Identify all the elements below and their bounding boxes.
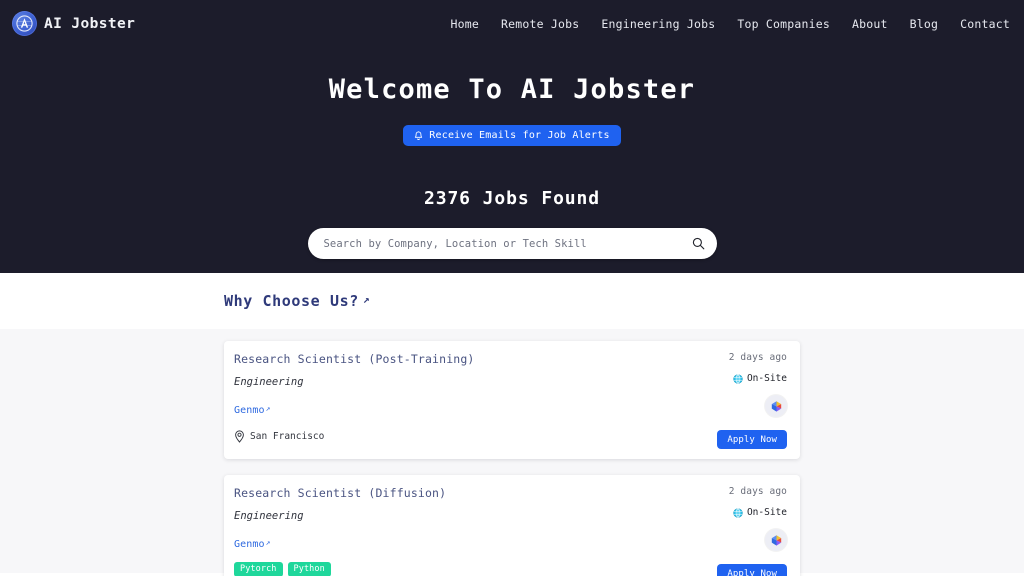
alert-button-label: Receive Emails for Job Alerts [429, 130, 610, 141]
job-card-left: Research Scientist (Diffusion) Engineeri… [234, 486, 667, 576]
job-card[interactable]: Research Scientist (Diffusion) Engineeri… [224, 475, 800, 576]
nav-links: Home Remote Jobs Engineering Jobs Top Co… [451, 17, 1010, 31]
main-content: Why Choose Us? ↗ Research Scientist (Pos… [0, 273, 1024, 576]
job-posted-time: 2 days ago [728, 486, 787, 497]
search-input[interactable] [323, 237, 692, 250]
search-icon[interactable] [692, 237, 705, 250]
company-logo-icon [765, 395, 787, 417]
why-choose-us-label: Why Choose Us? [224, 292, 359, 310]
nav-link-contact[interactable]: Contact [960, 17, 1010, 31]
globe-icon [733, 373, 743, 384]
hero-section: AI Jobster Home Remote Jobs Engineering … [0, 0, 1024, 273]
nav-link-remote-jobs[interactable]: Remote Jobs [501, 17, 579, 31]
search-wrap [0, 228, 1024, 259]
receive-email-alerts-button[interactable]: Receive Emails for Job Alerts [403, 125, 621, 146]
arrow-up-right-icon: ↗ [362, 292, 371, 306]
job-card[interactable]: Research Scientist (Post-Training) Engin… [224, 341, 800, 459]
job-location: San Francisco [234, 430, 667, 443]
nav-link-home[interactable]: Home [451, 17, 480, 31]
page-title: Welcome To AI Jobster [328, 74, 696, 105]
job-worktype: On-Site [733, 373, 787, 384]
job-company-link[interactable]: Genmo ↗ [234, 538, 271, 550]
job-department: Engineering [234, 376, 304, 388]
job-worktype-label: On-Site [746, 507, 787, 518]
apply-now-button[interactable]: Apply Now [717, 430, 787, 449]
nav-link-blog[interactable]: Blog [910, 17, 939, 31]
job-department: Engineering [234, 510, 304, 522]
company-logo-icon [765, 529, 787, 551]
job-worktype-label: On-Site [746, 373, 787, 384]
job-title: Research Scientist (Post-Training) [234, 352, 475, 366]
job-tag[interactable]: Pytorch [234, 562, 283, 576]
nav-link-about[interactable]: About [852, 17, 888, 31]
nav-link-top-companies[interactable]: Top Companies [737, 17, 830, 31]
job-posted-time: 2 days ago [728, 352, 787, 363]
alert-button-wrap: Receive Emails for Job Alerts [0, 125, 1024, 146]
job-tags: Pytorch Python [234, 562, 667, 576]
a-circle-logo-icon [12, 11, 37, 36]
globe-icon [733, 507, 743, 518]
job-company-name: Genmo [234, 405, 265, 416]
job-worktype: On-Site [733, 507, 787, 518]
apply-now-button[interactable]: Apply Now [717, 564, 787, 576]
navbar: AI Jobster Home Remote Jobs Engineering … [0, 0, 1024, 47]
arrow-up-right-icon: ↗ [265, 538, 271, 547]
job-tag[interactable]: Python [287, 562, 331, 576]
arrow-up-right-icon: ↗ [265, 404, 271, 413]
job-card-right: 2 days ago On-Site Apply Now [667, 486, 787, 576]
nav-link-engineering-jobs[interactable]: Engineering Jobs [601, 17, 715, 31]
brand[interactable]: AI Jobster [12, 11, 135, 36]
job-cards-area: Research Scientist (Post-Training) Engin… [0, 329, 1024, 576]
why-choose-us-link[interactable]: Why Choose Us? ↗ [0, 273, 370, 310]
job-company-name: Genmo [234, 539, 265, 550]
map-pin-icon [234, 430, 245, 443]
brand-name: AI Jobster [44, 15, 136, 32]
job-company-link[interactable]: Genmo ↗ [234, 404, 271, 416]
jobs-found-count: 2376 Jobs Found [423, 188, 601, 209]
search-box[interactable] [307, 228, 717, 259]
job-title: Research Scientist (Diffusion) [234, 486, 447, 500]
job-location-label: San Francisco [250, 431, 325, 442]
job-card-right: 2 days ago On-Site Apply Now [667, 352, 787, 449]
job-card-left: Research Scientist (Post-Training) Engin… [234, 352, 667, 449]
bell-icon [414, 130, 423, 141]
